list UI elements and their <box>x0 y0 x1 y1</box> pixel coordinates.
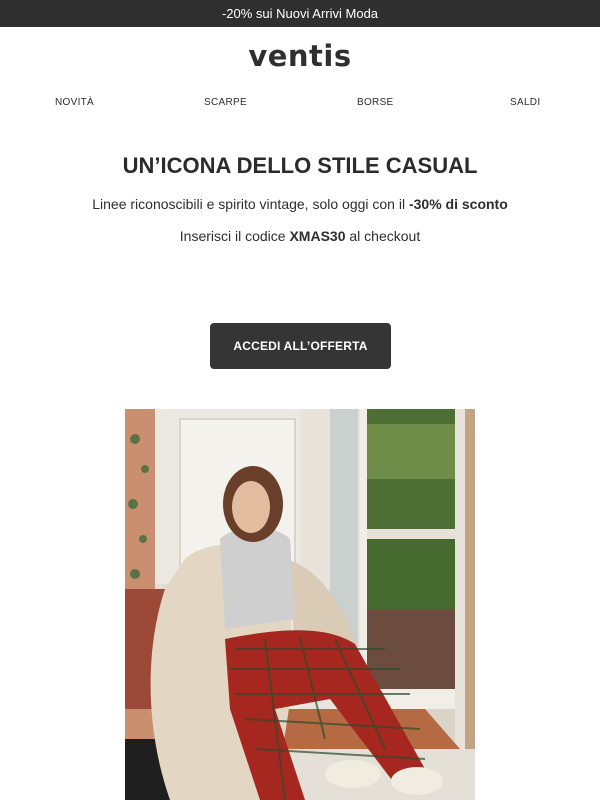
brand-logo[interactable]: ventis <box>0 38 600 74</box>
discount-text: -30% di sconto <box>408 196 508 212</box>
nav-item-scarpe[interactable]: SCARPE <box>204 96 247 110</box>
nav-item-novita[interactable]: NOVITÀ <box>55 96 94 110</box>
offer-cta-button[interactable]: ACCEDI ALL’OFFERTA <box>210 323 391 369</box>
hero-image[interactable] <box>125 409 475 800</box>
hero-photo-illustration <box>125 409 475 800</box>
promo-code-post: al checkout <box>345 228 421 244</box>
hero-subtitle: Linee riconoscibili e spirito vintage, s… <box>0 195 600 213</box>
promo-code-line: Inserisci il codice XMAS30 al checkout <box>0 227 600 245</box>
nav-item-saldi[interactable]: SALDI <box>510 96 540 110</box>
nav-item-borse[interactable]: BORSE <box>357 96 394 110</box>
promo-code: XMAS30 <box>289 228 346 244</box>
promo-code-pre: Inserisci il codice <box>179 228 290 244</box>
announcement-bar[interactable]: -20% sui Nuovi Arrivi Moda <box>0 0 600 27</box>
hero-headline: UN’ICONA DELLO STILE CASUAL <box>122 153 478 178</box>
hero-subtitle-text: Linee riconoscibili e spirito vintage, s… <box>92 196 409 212</box>
announcement-text: -20% sui Nuovi Arrivi Moda <box>221 6 379 21</box>
